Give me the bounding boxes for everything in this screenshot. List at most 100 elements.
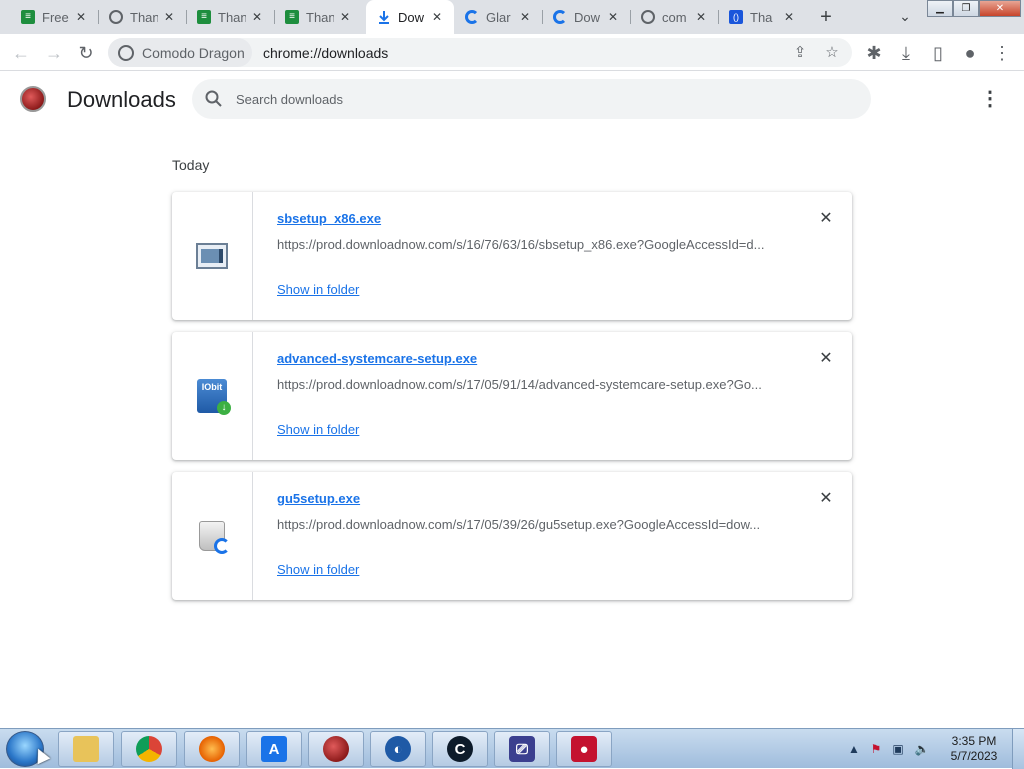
network-icon[interactable]: ▣ (890, 741, 906, 757)
download-item: gu5setup.exe https://prod.downloadnow.co… (172, 472, 852, 600)
clock-date: 5/7/2023 (950, 749, 998, 763)
file-url[interactable]: https://prod.downloadnow.com/s/17/05/91/… (277, 377, 777, 392)
system-tray: ▲ ⚑ ▣ 🔈 3:35 PM 5/7/2023 (844, 729, 1024, 769)
file-icon-column (172, 472, 253, 600)
tab-strip: ≡ Free ✕ Than ✕ ≡ Than ✕ ≡ Than ✕ Dow ✕ … (0, 0, 1024, 34)
download-icon[interactable]: ⤓ (893, 40, 919, 66)
close-icon[interactable]: ✕ (606, 10, 620, 24)
tab-title: com (662, 9, 687, 25)
volume-icon[interactable]: 🔈 (914, 741, 930, 757)
file-icon-column (172, 192, 253, 320)
side-panel-icon[interactable]: ▯ (925, 40, 951, 66)
comodo-logo-icon (118, 44, 134, 61)
globe-icon (640, 9, 656, 25)
comodo-dragon-logo (20, 86, 46, 112)
download-item: IObit ↓ advanced-systemcare-setup.exe htt… (172, 332, 852, 460)
chevron-down-icon[interactable]: ⌄ (895, 8, 915, 26)
back-button[interactable]: ← (8, 40, 34, 66)
tab-7[interactable]: Dow ✕ (542, 0, 630, 34)
url-text[interactable]: chrome://downloads (263, 45, 388, 61)
recorder-icon: ● (571, 736, 597, 762)
taskbar: A ◐ C ⎚ ● ▲ ⚑ ▣ 🔈 3:35 PM 5/7/2023 (0, 728, 1024, 769)
tab-title: Tha (750, 9, 773, 25)
show-in-folder-link[interactable]: Show in folder (277, 422, 359, 437)
iobit-installer-icon: IObit ↓ (197, 379, 231, 415)
folder-icon (73, 736, 99, 762)
show-hidden-icons[interactable]: ▲ (846, 741, 862, 757)
extensions-icon[interactable]: ✱ (861, 40, 887, 66)
tab-4[interactable]: ≡ Than ✕ (274, 0, 362, 34)
show-desktop-button[interactable] (1012, 729, 1024, 769)
tab-1[interactable]: ≡ Free ✕ (10, 0, 98, 34)
dragon-icon (323, 736, 349, 762)
file-explorer-taskbar-button[interactable] (58, 731, 114, 767)
remove-item-button[interactable]: ✕ (816, 209, 836, 229)
new-tab-button[interactable]: + (814, 6, 838, 28)
tab-title: Free (42, 9, 69, 25)
tab-title: Glar (486, 9, 511, 25)
show-in-folder-link[interactable]: Show in folder (277, 282, 359, 297)
tab-6[interactable]: Glar ✕ (454, 0, 542, 34)
sheet-icon: ≡ (284, 9, 300, 25)
forward-button[interactable]: → (41, 40, 67, 66)
remove-item-button[interactable]: ✕ (816, 349, 836, 369)
action-center-icon[interactable]: ⚑ (868, 741, 884, 757)
close-icon[interactable]: ✕ (694, 10, 708, 24)
glary-installer-icon (199, 521, 230, 554)
screenshot-tool-taskbar-button[interactable]: ⎚ (494, 731, 550, 767)
close-icon[interactable]: ✕ (74, 10, 88, 24)
menu-icon[interactable]: ⋮ (989, 40, 1015, 66)
tab-title: Than (218, 9, 246, 25)
site-info-chip[interactable]: Comodo Dragon (108, 38, 252, 67)
close-icon[interactable]: ✕ (338, 10, 352, 24)
chrome-icon (136, 736, 162, 762)
file-name-link[interactable]: advanced-systemcare-setup.exe (277, 351, 477, 366)
comodo-icon (552, 9, 568, 25)
close-icon[interactable]: ✕ (250, 10, 264, 24)
ccleaner-icon: C (447, 736, 473, 762)
sheet-icon: ≡ (20, 9, 36, 25)
tab-title: Dow (398, 9, 425, 25)
chrome-taskbar-button[interactable] (121, 731, 177, 767)
file-url[interactable]: https://prod.downloadnow.com/s/17/05/39/… (277, 517, 777, 532)
comodo-dragon-taskbar-button[interactable] (308, 731, 364, 767)
sheet-icon: ≡ (196, 9, 212, 25)
tab-2[interactable]: Than ✕ (98, 0, 186, 34)
share-icon[interactable]: ⇪ (790, 43, 810, 63)
tab-8[interactable]: com ✕ (630, 0, 718, 34)
search-bar[interactable] (192, 79, 871, 119)
clock[interactable]: 3:35 PM 5/7/2023 (944, 734, 1004, 764)
show-in-folder-link[interactable]: Show in folder (277, 562, 359, 577)
file-url[interactable]: https://prod.downloadnow.com/s/16/76/63/… (277, 237, 777, 252)
firefox-taskbar-button[interactable] (184, 731, 240, 767)
bookmark-star-icon[interactable]: ☆ (822, 43, 842, 63)
more-actions-icon[interactable]: ⋮ (978, 88, 1002, 112)
reload-button[interactable]: ↻ (73, 40, 99, 66)
file-name-link[interactable]: sbsetup_x86.exe (277, 211, 381, 226)
close-icon[interactable]: ✕ (430, 10, 444, 24)
window-close-button[interactable]: ✕ (979, 0, 1021, 17)
tab-title: Dow (574, 9, 601, 25)
maximize-button[interactable]: ❐ (953, 0, 979, 17)
search-input[interactable] (236, 79, 836, 119)
close-icon[interactable]: ✕ (162, 10, 176, 24)
address-bar[interactable]: Comodo Dragon chrome://downloads ⇪ ☆ (108, 38, 852, 67)
screen-recorder-taskbar-button[interactable]: ● (556, 731, 612, 767)
tab-9[interactable]: () Tha ✕ (718, 0, 806, 34)
search-icon (205, 90, 222, 107)
clock-time: 3:35 PM (951, 734, 997, 748)
file-name-link[interactable]: gu5setup.exe (277, 491, 360, 506)
minimize-button[interactable]: ▁ (927, 0, 953, 17)
close-icon[interactable]: ✕ (782, 10, 796, 24)
profile-icon[interactable]: ● (957, 40, 983, 66)
tab-title: Than (306, 9, 334, 25)
ccleaner-taskbar-button[interactable]: C (432, 731, 488, 767)
glary-taskbar-button[interactable]: ◐ (370, 731, 426, 767)
tab-3[interactable]: ≡ Than ✕ (186, 0, 274, 34)
toolbar: ← → ↻ Comodo Dragon chrome://downloads ⇪… (0, 34, 1024, 71)
remove-item-button[interactable]: ✕ (816, 489, 836, 509)
app-a-taskbar-button[interactable]: A (246, 731, 302, 767)
tab-downloads[interactable]: Dow ✕ (366, 0, 454, 34)
close-icon[interactable]: ✕ (518, 10, 532, 24)
glary-icon: ◐ (385, 736, 411, 762)
